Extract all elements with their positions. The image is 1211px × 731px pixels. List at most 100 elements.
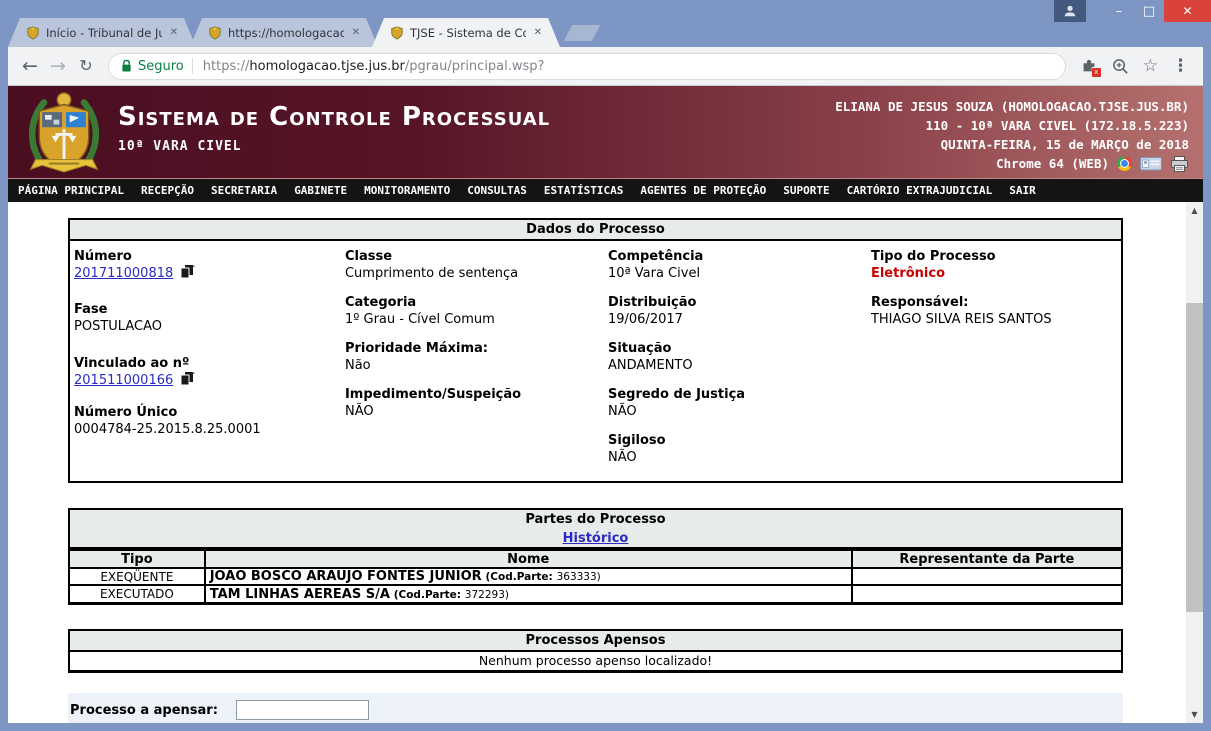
table-row: EXEQÜENTE JOAO BOSCO ARAUJO FONTES JUNIO… xyxy=(70,568,1121,585)
numero-unico-label: Número Único xyxy=(74,405,333,421)
browser-menu-icon[interactable]: ⋮ xyxy=(1172,56,1189,76)
dados-column-2: Classe Cumprimento de sentença Categoria… xyxy=(333,249,596,479)
apensar-form: Processo a apensar: Apensar xyxy=(68,693,1123,723)
session-vara: 110 - 10ª VARA CIVEL (172.18.5.223) xyxy=(835,116,1189,135)
prioridade-value: Não xyxy=(345,357,596,374)
back-button[interactable]: ← xyxy=(16,57,44,76)
segredo-label: Segredo de Justiça xyxy=(608,387,859,403)
menu-secretaria[interactable]: SECRETARIA xyxy=(211,184,277,197)
situacao-label: Situação xyxy=(608,341,859,357)
system-subtitle: 10ª VARA CIVEL xyxy=(118,139,550,154)
profile-button[interactable] xyxy=(1054,0,1086,22)
maximize-button[interactable]: □ xyxy=(1134,0,1164,22)
tab-close-icon[interactable]: ✕ xyxy=(168,25,180,40)
vinculado-link[interactable]: 201511000166 xyxy=(74,373,173,388)
lock-icon xyxy=(121,59,132,73)
competencia-label: Competência xyxy=(608,249,859,265)
tjse-favicon-icon xyxy=(208,26,222,40)
apensos-panel-title: Processos Apensos xyxy=(70,631,1121,652)
session-user: ELIANA DE JESUS SOUZA (HOMOLOGACAO.TJSE.… xyxy=(835,97,1189,116)
scroll-up-arrow-icon[interactable]: ▲ xyxy=(1186,202,1203,219)
scroll-down-arrow-icon[interactable]: ▼ xyxy=(1186,706,1203,723)
fase-value: POSTULACAO xyxy=(74,318,333,335)
tab-title: Início - Tribunal de Justiç xyxy=(46,26,162,40)
bookmark-star-icon[interactable]: ☆ xyxy=(1143,56,1158,76)
session-date: QUINTA-FEIRA, 15 de MARÇO de 2018 xyxy=(835,135,1189,154)
menu-pagina-principal[interactable]: PÁGINA PRINCIPAL xyxy=(18,184,124,197)
system-title: Sistema de Controle Processual xyxy=(118,102,550,132)
impedimento-value: NÃO xyxy=(345,403,596,420)
tjse-favicon-icon xyxy=(390,26,404,40)
security-label: Seguro xyxy=(138,59,184,74)
header-titles: Sistema de Controle Processual 10ª VARA … xyxy=(118,86,550,178)
tab-sistema-controle[interactable]: TJSE - Sistema de Contro ✕ xyxy=(372,18,560,47)
session-info: ELIANA DE JESUS SOUZA (HOMOLOGACAO.TJSE.… xyxy=(835,97,1189,173)
tab-strip: Início - Tribunal de Justiç ✕ https://ho… xyxy=(8,18,596,47)
cod-parte-label: (Cod.Parte: xyxy=(394,589,461,601)
dados-column-4: Tipo do Processo Eletrônico Responsável:… xyxy=(859,249,1121,479)
impedimento-label: Impedimento/Suspeição xyxy=(345,387,596,403)
id-card-icon[interactable] xyxy=(1140,156,1162,171)
zoom-icon[interactable] xyxy=(1112,58,1129,75)
menu-sair[interactable]: SAIR xyxy=(1009,184,1036,197)
copy-icon[interactable] xyxy=(180,265,195,279)
browser-toolbar: ← → ↻ Seguro https://homologacao.tjse.ju… xyxy=(8,47,1203,86)
vertical-scrollbar[interactable]: ▲ ▼ xyxy=(1186,202,1203,723)
vinculado-label: Vinculado ao nº xyxy=(74,356,333,372)
menu-agentes-protecao[interactable]: AGENTES DE PROTEÇÃO xyxy=(640,184,766,197)
tab-close-icon[interactable]: ✕ xyxy=(350,25,362,40)
user-icon xyxy=(1063,4,1077,18)
partes-table: Tipo Nome Representante da Parte EXEQÜEN… xyxy=(70,549,1121,602)
dados-column-3: Competência 10ª Vara Civel Distribuição … xyxy=(596,249,859,479)
sigiloso-value: NÃO xyxy=(608,449,859,466)
site-header: Sistema de Controle Processual 10ª VARA … xyxy=(8,86,1203,179)
cod-parte-label: (Cod.Parte: xyxy=(486,571,553,583)
processo-apensar-input[interactable] xyxy=(236,700,369,720)
sigiloso-label: Sigiloso xyxy=(608,433,859,449)
responsavel-label: Responsável: xyxy=(871,295,1121,311)
address-separator xyxy=(192,58,193,74)
partes-panel-title: Partes do Processo xyxy=(70,512,1121,527)
menu-gabinete[interactable]: GABINETE xyxy=(294,184,347,197)
col-header-nome: Nome xyxy=(205,550,852,568)
menu-monitoramento[interactable]: MONITORAMENTO xyxy=(364,184,450,197)
numero-link[interactable]: 201711000818 xyxy=(74,266,173,281)
address-bar[interactable]: Seguro https://homologacao.tjse.jus.br/p… xyxy=(108,53,1066,80)
dados-column-1: Número 201711000818 Fase POSTULACAO Vinc… xyxy=(70,249,333,479)
menu-estatisticas[interactable]: ESTATÍSTICAS xyxy=(544,184,623,197)
copy-icon[interactable] xyxy=(180,372,195,386)
scrollbar-thumb[interactable] xyxy=(1186,303,1203,612)
client-label: Chrome 64 (WEB) xyxy=(996,154,1109,173)
cod-parte-value: 372293) xyxy=(465,589,509,601)
parte-nome: JOAO BOSCO ARAUJO FONTES JUNIOR (Cod.Par… xyxy=(205,568,852,585)
tjse-coat-of-arms-logo xyxy=(26,91,102,175)
table-row: EXECUTADO TAM LINHAS AEREAS S/A (Cod.Par… xyxy=(70,585,1121,602)
numero-label: Número xyxy=(74,249,333,265)
new-tab-button[interactable] xyxy=(564,25,601,41)
menu-consultas[interactable]: CONSULTAS xyxy=(467,184,527,197)
reload-button[interactable]: ↻ xyxy=(72,58,100,74)
distribuicao-label: Distribuição xyxy=(608,295,859,311)
classe-label: Classe xyxy=(345,249,596,265)
printer-icon[interactable] xyxy=(1170,156,1189,172)
menu-suporte[interactable]: SUPORTE xyxy=(783,184,829,197)
parte-tipo: EXEQÜENTE xyxy=(70,568,205,585)
processo-apensar-label: Processo a apensar: xyxy=(68,703,236,718)
tab-homologacao[interactable]: https://homologacao.tjse ✕ xyxy=(190,18,378,47)
close-button[interactable]: ✕ xyxy=(1164,0,1211,22)
tab-title: https://homologacao.tjse xyxy=(228,26,344,40)
minimize-button[interactable]: – xyxy=(1104,0,1134,22)
tab-inicio[interactable]: Início - Tribunal de Justiç ✕ xyxy=(8,18,196,47)
tipo-processo-value: Eletrônico xyxy=(871,265,1121,282)
competencia-value: 10ª Vara Civel xyxy=(608,265,859,282)
responsavel-value: THIAGO SILVA REIS SANTOS xyxy=(871,311,1121,328)
menu-recepcao[interactable]: RECEPÇÃO xyxy=(141,184,194,197)
toolbar-icons: x ☆ ⋮ xyxy=(1074,56,1195,76)
parte-tipo: EXECUTADO xyxy=(70,585,205,602)
tab-close-icon[interactable]: ✕ xyxy=(532,25,544,40)
segredo-value: NÃO xyxy=(608,403,859,420)
historico-link[interactable]: Histórico xyxy=(563,531,629,546)
forward-button[interactable]: → xyxy=(44,57,72,76)
extension-puzzle-icon[interactable]: x xyxy=(1080,57,1098,75)
menu-cartorio-extrajudicial[interactable]: CARTÓRIO EXTRAJUDICIAL xyxy=(847,184,993,197)
